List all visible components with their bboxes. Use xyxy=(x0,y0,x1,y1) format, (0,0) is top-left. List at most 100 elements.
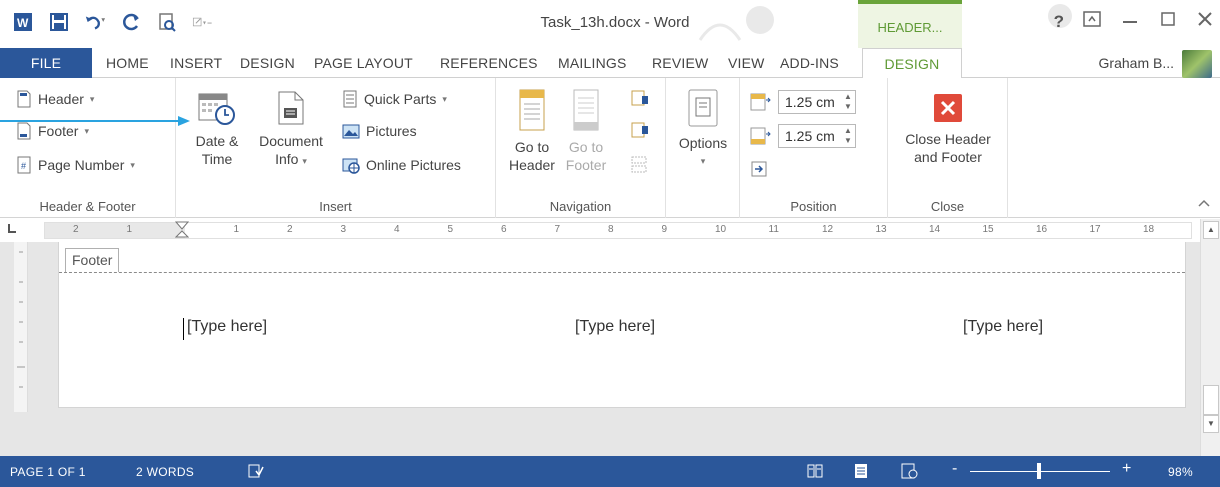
document-page[interactable]: Footer [Type here] [Type here] [Type her… xyxy=(58,242,1186,408)
date-time-button[interactable]: Date & Time xyxy=(186,90,248,168)
stepper-arrows-icon[interactable]: ▲ ▼ xyxy=(841,91,855,113)
group-position: 1.25 cm ▲ ▼ 1.25 cm ▲ ▼ Position xyxy=(740,78,888,218)
options-button[interactable]: Options ▾ xyxy=(672,88,734,170)
footer-placeholder-left[interactable]: [Type here] xyxy=(187,318,267,336)
header-icon xyxy=(17,90,31,108)
proofing-icon[interactable] xyxy=(248,463,264,482)
ruler-number: 18 xyxy=(1143,224,1155,235)
status-bar: PAGE 1 OF 1 2 WORDS - + 98% xyxy=(0,456,1220,487)
ruler-number: 7 xyxy=(554,224,561,235)
ruler-number: 10 xyxy=(715,224,727,235)
link-to-previous-icon[interactable] xyxy=(630,156,650,177)
collapse-ribbon-icon[interactable] xyxy=(1198,194,1210,210)
vertical-ruler[interactable] xyxy=(14,242,28,412)
tab-file[interactable]: FILE xyxy=(0,48,92,78)
tab-selector-icon[interactable] xyxy=(6,222,22,238)
group-close: Close Header and Footer Close xyxy=(888,78,1008,218)
go-to-header-icon xyxy=(519,89,545,131)
insert-alignment-tab-icon[interactable] xyxy=(750,160,770,181)
print-layout-icon[interactable] xyxy=(852,463,870,482)
next-section-icon[interactable] xyxy=(630,122,650,143)
ruler-number: 2 xyxy=(73,224,79,235)
quick-parts-icon xyxy=(343,90,357,108)
title-bar: W ▾ ▾ ═ Task_13h.docx - Word HEADER... ? xyxy=(0,0,1220,48)
online-pictures-icon xyxy=(342,158,360,174)
tab-insert[interactable]: INSERT xyxy=(170,48,222,78)
ruler-number: 1 xyxy=(233,224,240,235)
indent-marker-icon[interactable] xyxy=(174,221,190,244)
ribbon: Header ▾ Footer ▾ # Page Number ▾ Header & … xyxy=(0,78,1220,218)
pictures-button[interactable]: Pictures xyxy=(342,122,417,140)
ruler-number: 14 xyxy=(929,224,941,235)
go-to-footer-button[interactable]: Go to Footer xyxy=(560,88,612,174)
ruler-number: 9 xyxy=(661,224,668,235)
footer-placeholder-right[interactable]: [Type here] xyxy=(963,318,1043,336)
quick-parts-button[interactable]: Quick Parts ▾ xyxy=(342,90,447,108)
header-from-top-stepper[interactable]: 1.25 cm ▲ ▼ xyxy=(778,90,856,114)
scroll-thumb[interactable] xyxy=(1203,385,1219,415)
window-controls: ? xyxy=(1054,10,1214,34)
tab-home[interactable]: HOME xyxy=(106,48,149,78)
read-mode-icon[interactable] xyxy=(806,463,824,482)
help-button[interactable]: ? xyxy=(1054,12,1064,32)
header-footer-tools-title: HEADER... xyxy=(858,0,962,48)
minimize-icon[interactable] xyxy=(1120,10,1140,34)
tab-references[interactable]: REFERENCES xyxy=(440,48,538,78)
tab-review[interactable]: REVIEW xyxy=(652,48,708,78)
group-options: Options ▾ xyxy=(666,78,740,218)
maximize-icon[interactable] xyxy=(1158,10,1178,34)
previous-section-icon[interactable] xyxy=(630,90,650,111)
close-header-footer-button[interactable]: Close Header and Footer xyxy=(892,92,1004,166)
go-to-header-button[interactable]: Go to Header xyxy=(506,88,558,174)
header-button[interactable]: Header ▾ xyxy=(16,90,94,108)
document-info-icon xyxy=(278,91,304,125)
group-label-position: Position xyxy=(790,199,837,214)
tab-header-footer-design[interactable]: DESIGN xyxy=(862,48,962,79)
zoom-in-button[interactable]: + xyxy=(1122,460,1132,478)
tab-design[interactable]: DESIGN xyxy=(240,48,295,78)
group-label-insert: Insert xyxy=(319,199,352,214)
tab-add-ins[interactable]: ADD-INS xyxy=(780,48,839,78)
ribbon-display-options-icon[interactable] xyxy=(1082,10,1102,34)
group-insert: Date & Time Document Info ▾ Quick Parts ▾… xyxy=(176,78,496,218)
close-icon[interactable] xyxy=(1196,10,1214,34)
options-icon xyxy=(688,89,718,127)
svg-text:#: # xyxy=(21,161,26,171)
scroll-down-icon[interactable]: ▼ xyxy=(1203,415,1219,433)
zoom-level[interactable]: 98% xyxy=(1168,465,1193,479)
footer-from-bottom-stepper[interactable]: 1.25 cm ▲ ▼ xyxy=(778,124,856,148)
document-info-button[interactable]: Document Info ▾ xyxy=(250,90,332,170)
group-label-close: Close xyxy=(930,199,965,214)
go-to-footer-icon xyxy=(573,89,599,131)
ruler-margin-left xyxy=(45,223,185,238)
group-header-footer: Header ▾ Footer ▾ # Page Number ▾ Header & … xyxy=(0,78,176,218)
ruler-number: 3 xyxy=(340,224,347,235)
footer-placeholder-center[interactable]: [Type here] xyxy=(575,318,655,336)
page-count[interactable]: PAGE 1 OF 1 xyxy=(10,465,86,479)
zoom-out-button[interactable]: - xyxy=(952,460,958,478)
ruler-number: 12 xyxy=(822,224,834,235)
tab-mailings[interactable]: MAILINGS xyxy=(558,48,627,78)
callout-arrow-icon xyxy=(0,116,190,126)
footer-label: Footer xyxy=(65,248,120,272)
close-header-footer-icon xyxy=(934,94,962,122)
ribbon-tabs: FILE HOME INSERT DESIGN PAGE LAYOUT REFE… xyxy=(0,48,1220,79)
tab-page-layout[interactable]: PAGE LAYOUT xyxy=(314,48,413,78)
pictures-icon xyxy=(342,124,360,139)
horizontal-ruler[interactable]: 2 1 1 2 3 4 5 6 7 8 9 10 11 12 13 14 15 16 17 18 xyxy=(44,221,1192,239)
zoom-slider-thumb[interactable] xyxy=(1036,463,1041,479)
tab-view[interactable]: VIEW xyxy=(728,48,765,78)
scroll-up-icon[interactable]: ▲ xyxy=(1203,221,1219,239)
page-number-button[interactable]: # Page Number ▾ xyxy=(16,156,135,174)
online-pictures-button[interactable]: Online Pictures xyxy=(342,156,461,174)
word-count[interactable]: 2 WORDS xyxy=(136,465,194,479)
group-label-header-footer: Header & Footer xyxy=(39,199,136,214)
avatar[interactable] xyxy=(1182,50,1212,78)
stepper-arrows-icon[interactable]: ▲ ▼ xyxy=(841,125,855,147)
ruler-number: 8 xyxy=(608,224,614,235)
web-layout-icon[interactable] xyxy=(900,463,918,482)
user-name[interactable]: Graham B... xyxy=(1099,55,1174,71)
vertical-scrollbar[interactable]: ▲ ▼ xyxy=(1200,219,1220,456)
group-navigation: Go to Header Go to Footer Navigation xyxy=(496,78,666,218)
ruler-number: 15 xyxy=(982,224,994,235)
